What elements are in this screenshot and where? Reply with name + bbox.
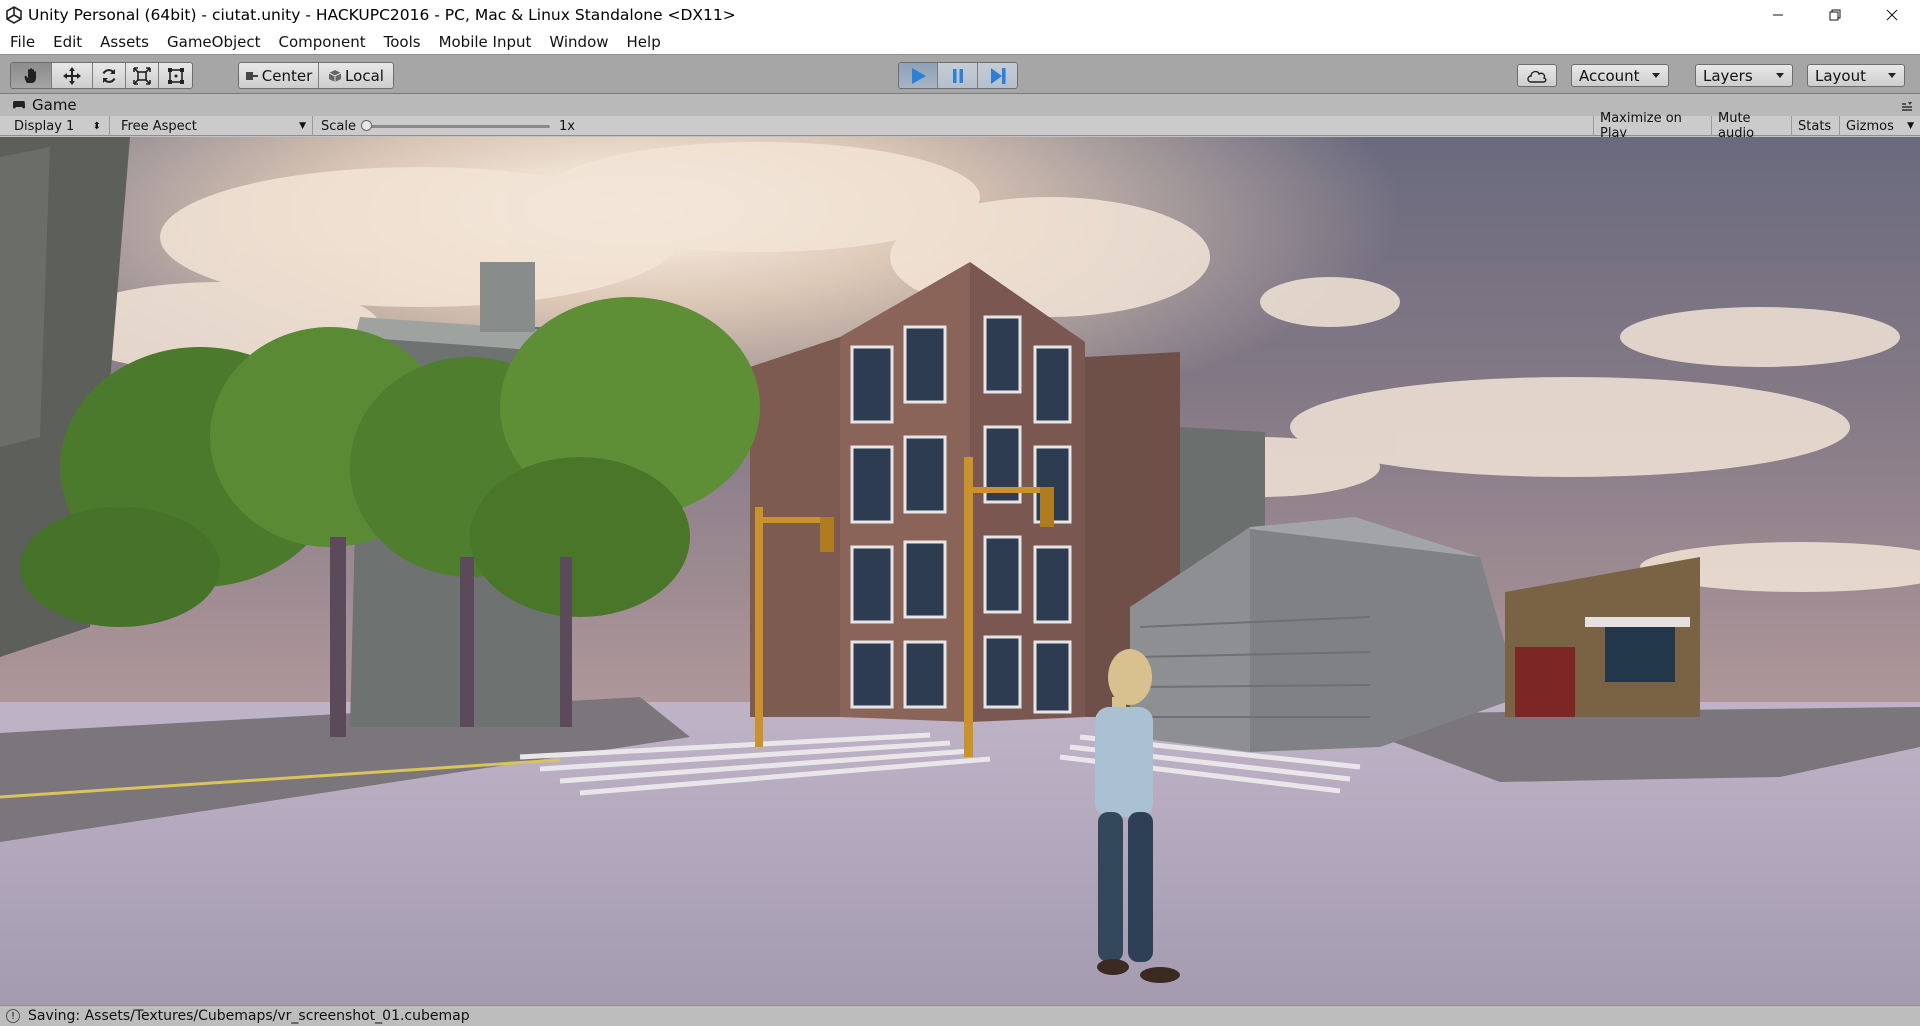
unity-logo-icon	[3, 4, 25, 26]
gizmos-label: Gizmos	[1846, 118, 1894, 134]
game-viewport[interactable]	[0, 137, 1920, 1005]
tab-game[interactable]: Game	[12, 96, 77, 114]
hand-icon	[24, 67, 36, 83]
aspect-label: Free Aspect	[121, 118, 197, 134]
main-toolbar: Center Local Account Layers Layout	[0, 54, 1920, 94]
window-titlebar: Unity Personal (64bit) - ciutat.unity - …	[0, 0, 1920, 29]
chevron-down-icon	[1652, 73, 1660, 78]
pivot-center-label: Center	[261, 66, 313, 85]
scale-tool-button[interactable]	[126, 63, 159, 88]
tab-game-label: Game	[32, 96, 77, 114]
playback-controls	[898, 62, 1018, 89]
rect-tool-button[interactable]	[159, 63, 192, 88]
restore-button[interactable]	[1806, 0, 1863, 29]
menu-bar: File Edit Assets GameObject Component To…	[0, 29, 1920, 54]
menu-mobile-input[interactable]: Mobile Input	[439, 33, 532, 51]
menu-component[interactable]: Component	[279, 33, 366, 51]
transform-tools	[10, 62, 193, 89]
hand-tool-button[interactable]	[11, 63, 52, 88]
rotate-tool-button[interactable]	[93, 63, 126, 88]
scale-control: Scale 1x	[313, 116, 583, 136]
chevron-down-icon: ▼	[1907, 121, 1914, 131]
updown-arrows-icon: ⬍	[92, 120, 101, 132]
menu-assets[interactable]: Assets	[100, 33, 149, 51]
window-title: Unity Personal (64bit) - ciutat.unity - …	[28, 5, 736, 24]
pause-button[interactable]	[938, 63, 978, 88]
collab-cloud-button[interactable]	[1517, 64, 1557, 87]
status-message: Saving: Assets/Textures/Cubemaps/vr_scre…	[28, 1008, 470, 1024]
aspect-dropdown[interactable]: Free Aspect ▼	[110, 116, 313, 136]
info-icon: !	[6, 1009, 20, 1023]
chevron-down-icon	[1888, 73, 1896, 78]
scale-value: 1x	[559, 118, 575, 134]
panel-menu-icon[interactable]	[1900, 102, 1914, 112]
layers-dropdown[interactable]: Layers	[1695, 64, 1793, 87]
pause-icon	[952, 68, 963, 83]
display-label: Display 1	[14, 118, 75, 134]
minimize-button[interactable]	[1749, 0, 1806, 29]
move-icon	[63, 66, 81, 85]
stats-label: Stats	[1798, 118, 1832, 134]
account-label: Account	[1579, 66, 1640, 85]
menu-edit[interactable]: Edit	[53, 33, 82, 51]
step-button[interactable]	[978, 63, 1017, 88]
status-bar: ! Saving: Assets/Textures/Cubemaps/vr_sc…	[0, 1005, 1920, 1026]
scale-icon	[133, 66, 151, 85]
rotate-icon	[102, 68, 116, 83]
rect-transform-icon	[167, 67, 184, 84]
pivot-local-label: Local	[345, 66, 384, 85]
close-button[interactable]	[1863, 0, 1920, 29]
local-cube-icon	[328, 69, 342, 82]
menu-window[interactable]: Window	[549, 33, 608, 51]
store-red-door	[1515, 647, 1575, 717]
scale-label: Scale	[321, 118, 356, 134]
scale-slider-handle[interactable]	[361, 120, 372, 131]
chevron-down-icon: ▼	[299, 121, 306, 131]
layout-dropdown[interactable]: Layout	[1807, 64, 1905, 87]
mute-audio-toggle[interactable]: Mute audio	[1711, 111, 1791, 141]
pivot-center-toggle[interactable]: Center	[239, 63, 319, 88]
pivot-local-toggle[interactable]: Local	[319, 63, 393, 88]
game-view-controls: Display 1 ⬍ Free Aspect ▼ Scale 1x Maxim…	[0, 111, 1920, 141]
play-button[interactable]	[899, 63, 938, 88]
step-icon	[990, 67, 1005, 84]
pivot-toggles: Center Local	[238, 62, 394, 89]
layout-label: Layout	[1815, 66, 1866, 85]
game-controller-icon	[13, 101, 25, 109]
pivot-center-icon	[245, 71, 258, 80]
menu-file[interactable]: File	[10, 33, 35, 51]
cloud-icon	[1527, 70, 1547, 83]
move-tool-button[interactable]	[52, 63, 93, 88]
display-dropdown[interactable]: Display 1 ⬍	[0, 116, 110, 136]
account-dropdown[interactable]: Account	[1571, 64, 1669, 87]
store-window	[1605, 627, 1675, 682]
stats-toggle[interactable]: Stats	[1791, 116, 1839, 136]
game-scene	[0, 137, 1920, 1005]
store-awning	[1585, 617, 1690, 627]
layers-label: Layers	[1703, 66, 1753, 85]
gray-tower-chimney	[480, 262, 535, 332]
maximize-on-play-toggle[interactable]: Maximize on Play	[1593, 111, 1711, 141]
menu-tools[interactable]: Tools	[384, 33, 421, 51]
chevron-down-icon	[1776, 73, 1784, 78]
play-icon	[912, 67, 926, 84]
menu-help[interactable]: Help	[627, 33, 661, 51]
scale-slider-track[interactable]	[365, 125, 550, 128]
menu-gameobject[interactable]: GameObject	[167, 33, 261, 51]
gizmos-dropdown[interactable]: Gizmos ▼	[1839, 116, 1920, 136]
